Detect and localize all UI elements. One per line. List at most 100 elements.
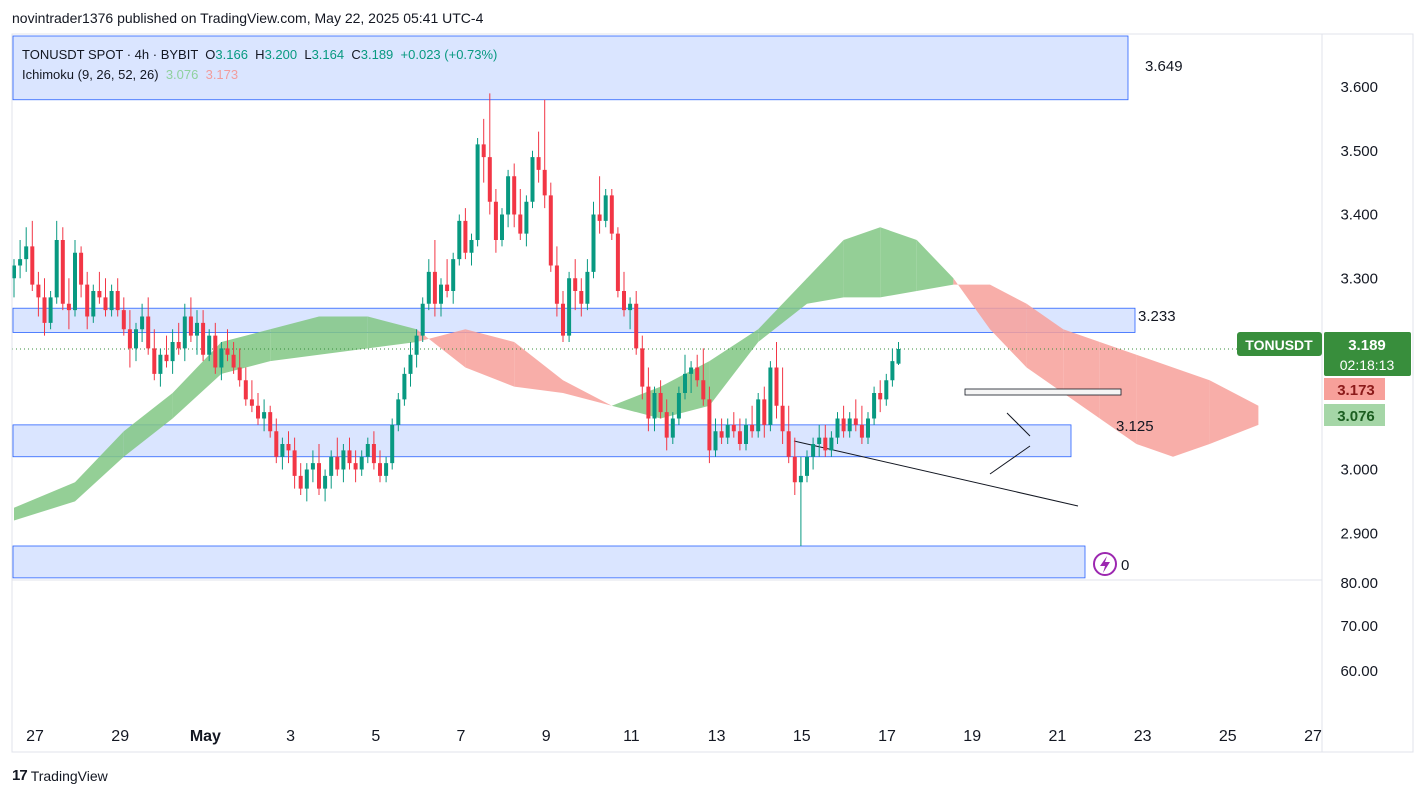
candle-body — [60, 240, 65, 304]
candle-body — [54, 240, 59, 298]
candle-body — [518, 214, 523, 234]
legend-indicator[interactable]: Ichimoku (9, 26, 52, 26) — [22, 67, 159, 82]
tradingview-logo-icon[interactable]: 17 — [12, 767, 28, 784]
candle-body — [182, 316, 187, 349]
legend-close: 3.189 — [360, 47, 394, 62]
candle-body — [762, 399, 767, 425]
legend-indicator-row: Ichimoku (9, 26, 52, 26) 3.076 3.173 — [22, 65, 497, 85]
candle — [30, 220, 35, 291]
legend-symbol[interactable]: TONUSDT SPOT · 4h · BYBIT — [22, 47, 198, 62]
cloud-segment — [1136, 354, 1173, 457]
symbol-badge-label: TONUSDT — [1245, 337, 1313, 353]
zone-top-price-label: 3.649 — [1145, 58, 1183, 75]
price-chart[interactable]: 3.600 3.500 3.400 3.300 3.000 2.900 80.00 70.00… — [0, 0, 1427, 799]
time-tick-label: 17 — [878, 728, 896, 745]
candle-body — [371, 444, 376, 464]
candle-body — [542, 169, 547, 196]
lower-pane-tick-label: 60.00 — [1340, 663, 1378, 680]
candle-body — [512, 176, 517, 215]
candle-body — [591, 214, 596, 272]
candle-body — [573, 278, 578, 291]
span-b-badge-label: 3.173 — [1337, 382, 1375, 399]
span-a-badge-label: 3.076 — [1337, 408, 1375, 425]
time-tick-label: 11 — [623, 728, 640, 745]
candle — [506, 169, 511, 228]
candle-body — [85, 284, 90, 317]
candle-body — [134, 329, 138, 349]
time-tick-label: 25 — [1219, 728, 1237, 745]
candle — [597, 176, 602, 234]
footer-brand[interactable]: TradingView — [31, 768, 108, 784]
zone-mid-price-label: 3.233 — [1138, 308, 1176, 325]
candle-body — [640, 348, 645, 387]
candle-body — [786, 431, 791, 457]
time-tick-label: 15 — [793, 728, 811, 745]
legend-o-label: O — [205, 47, 216, 62]
cloud-segment — [709, 329, 759, 406]
candle-body — [262, 412, 267, 419]
cloud-segment — [990, 284, 1027, 368]
time-tick-label: 5 — [371, 728, 380, 745]
candle — [622, 271, 626, 317]
candle — [304, 463, 309, 502]
candle — [561, 291, 565, 342]
candle-body — [670, 418, 675, 438]
candle-body — [548, 195, 553, 266]
legend-span-b: 3.173 — [205, 67, 239, 82]
time-tick-label: 23 — [1134, 728, 1152, 745]
candle — [585, 259, 590, 311]
candle — [884, 373, 889, 406]
candle-body — [457, 220, 462, 260]
candle — [432, 240, 437, 317]
candle — [512, 163, 517, 228]
legend-open: 3.166 — [215, 47, 248, 62]
time-tick-label: 27 — [1304, 728, 1322, 745]
legend-high: 3.200 — [264, 47, 298, 62]
candle — [158, 348, 163, 387]
candle-body — [536, 157, 541, 170]
zones-layer — [12, 35, 1136, 579]
candle-body — [298, 475, 303, 489]
cloud-segment — [14, 482, 75, 521]
candle-body — [146, 316, 151, 349]
candle-body — [408, 354, 413, 374]
bar-countdown: 02:18:13 — [1340, 357, 1395, 373]
legend-low: 3.164 — [311, 47, 345, 62]
candle-body — [280, 444, 285, 457]
candle — [683, 354, 687, 400]
candle-body — [859, 424, 864, 438]
candle — [640, 335, 645, 400]
candle-body — [451, 259, 456, 291]
candle — [402, 367, 407, 406]
candle-body — [847, 418, 852, 432]
time-tick-label: May — [190, 728, 221, 745]
legend-change: +0.023 (+0.73%) — [400, 47, 498, 62]
candle-body — [597, 214, 602, 221]
candle-body — [335, 456, 340, 470]
candle-body — [805, 456, 809, 476]
candle-body — [390, 424, 395, 464]
candle-body — [323, 475, 328, 489]
price-tick-label: 3.300 — [1340, 270, 1378, 287]
price-tick-label: 3.400 — [1340, 207, 1378, 224]
candle — [12, 259, 16, 298]
cloud-segment — [843, 227, 881, 298]
candle-body — [701, 380, 706, 400]
candle-body — [213, 335, 218, 368]
time-tick-label: 21 — [1049, 728, 1067, 745]
candle — [298, 463, 303, 495]
candle-body — [585, 271, 590, 304]
candle — [426, 259, 431, 311]
candle-body — [164, 354, 169, 362]
candle — [164, 335, 169, 368]
candle-body — [750, 424, 755, 432]
candle — [756, 393, 761, 438]
candle — [243, 367, 248, 406]
candle — [451, 252, 456, 304]
candle-body — [676, 393, 681, 419]
time-tick-label: 7 — [457, 728, 466, 745]
candle-body — [707, 399, 712, 451]
candle — [249, 380, 254, 413]
candle — [500, 208, 504, 247]
candle-body — [268, 412, 273, 432]
